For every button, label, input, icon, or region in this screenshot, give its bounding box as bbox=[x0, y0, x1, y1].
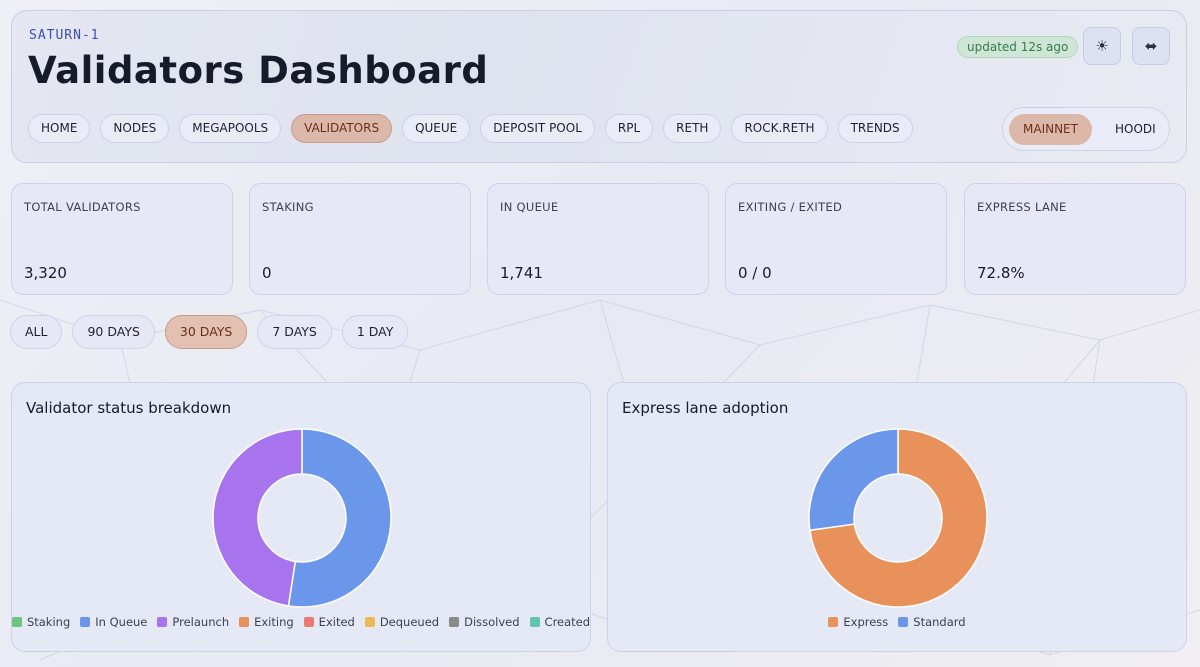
layout-toggle-button[interactable]: ⬌ bbox=[1132, 27, 1170, 65]
stat-label: EXITING / EXITED bbox=[738, 200, 843, 214]
legend-item-prelaunch[interactable]: Prelaunch bbox=[157, 615, 229, 629]
network-option-hoodi[interactable]: HOODI bbox=[1101, 114, 1170, 145]
range-1-day[interactable]: 1 DAY bbox=[341, 315, 409, 349]
stat-value: 0 bbox=[262, 264, 272, 282]
legend-label: Dissolved bbox=[464, 615, 520, 629]
stat-value: 72.8% bbox=[977, 264, 1025, 282]
legend-swatch bbox=[364, 617, 375, 627]
validator-status-donut bbox=[212, 428, 392, 608]
stat-label: STAKING bbox=[262, 200, 314, 214]
nav-rock-reth[interactable]: ROCK.RETH bbox=[731, 114, 828, 143]
brand-label: SATURN-1 bbox=[29, 28, 100, 43]
nav-validators[interactable]: VALIDATORS bbox=[291, 114, 393, 143]
legend-item-dissolved[interactable]: Dissolved bbox=[449, 615, 520, 629]
network-switch: MAINNET HOODI bbox=[1002, 107, 1170, 151]
legend-label: Standard bbox=[913, 615, 966, 629]
stat-value: 0 / 0 bbox=[738, 264, 772, 282]
legend-item-exited[interactable]: Exited bbox=[303, 615, 355, 629]
stat-label: EXPRESS LANE bbox=[977, 200, 1067, 214]
legend-item-standard[interactable]: Standard bbox=[898, 615, 966, 629]
legend-item-dequeued[interactable]: Dequeued bbox=[364, 615, 440, 629]
legend-swatch bbox=[303, 617, 314, 627]
time-range-filter: ALL 90 DAYS 30 DAYS 7 DAYS 1 DAY bbox=[10, 315, 409, 349]
stat-value: 3,320 bbox=[24, 264, 67, 282]
range-all[interactable]: ALL bbox=[10, 315, 63, 349]
stat-card-exiting-exited: EXITING / EXITED 0 / 0 bbox=[725, 183, 947, 295]
nav-deposit-pool[interactable]: DEPOSIT POOL bbox=[480, 114, 595, 143]
legend-swatch bbox=[11, 617, 22, 627]
nav-trends[interactable]: TRENDS bbox=[837, 114, 913, 143]
nav-nodes[interactable]: NODES bbox=[100, 114, 170, 143]
range-7-days[interactable]: 7 DAYS bbox=[257, 315, 332, 349]
legend-label: Exiting bbox=[254, 615, 294, 629]
stat-card-total-validators: TOTAL VALIDATORS 3,320 bbox=[11, 183, 233, 295]
nav-home[interactable]: HOME bbox=[28, 114, 91, 143]
theme-toggle-button[interactable]: ☀ bbox=[1083, 27, 1121, 65]
nav-reth[interactable]: RETH bbox=[663, 114, 722, 143]
range-30-days[interactable]: 30 DAYS bbox=[164, 315, 248, 349]
nav-queue[interactable]: QUEUE bbox=[402, 114, 471, 143]
legend-swatch bbox=[239, 617, 250, 627]
stat-card-staking: STAKING 0 bbox=[249, 183, 471, 295]
legend-swatch bbox=[80, 617, 91, 627]
legend-item-exiting[interactable]: Exiting bbox=[239, 615, 294, 629]
express-lane-panel: Express lane adoption Express Standard bbox=[607, 382, 1187, 652]
legend-label: Prelaunch bbox=[172, 615, 230, 629]
legend-item-express[interactable]: Express bbox=[828, 615, 888, 629]
updated-badge: updated 12s ago bbox=[957, 36, 1079, 58]
legend-label: Express bbox=[843, 615, 889, 629]
stat-label: TOTAL VALIDATORS bbox=[24, 200, 141, 214]
stat-card-express-lane: EXPRESS LANE 72.8% bbox=[964, 183, 1186, 295]
legend-swatch bbox=[529, 617, 540, 627]
sun-icon: ☀ bbox=[1095, 37, 1109, 55]
header: SATURN-1 Validators Dashboard updated 12… bbox=[11, 10, 1187, 163]
nav-megapools[interactable]: MEGAPOOLS bbox=[179, 114, 282, 143]
legend-item-in-queue[interactable]: In Queue bbox=[80, 615, 147, 629]
legend-label: Staking bbox=[26, 615, 71, 629]
range-90-days[interactable]: 90 DAYS bbox=[72, 315, 155, 349]
page-title: Validators Dashboard bbox=[28, 49, 489, 92]
legend-swatch bbox=[449, 617, 460, 627]
slice-standard[interactable] bbox=[808, 428, 899, 532]
legend-swatch bbox=[828, 617, 839, 627]
legend-item-staking[interactable]: Staking bbox=[11, 615, 71, 629]
stat-value: 1,741 bbox=[500, 264, 543, 282]
legend-swatch bbox=[898, 617, 909, 627]
chart-legend: Express Standard bbox=[608, 615, 1186, 629]
legend-label: Dequeued bbox=[379, 615, 440, 629]
stat-card-in-queue: IN QUEUE 1,741 bbox=[487, 183, 709, 295]
legend-label: Exited bbox=[318, 615, 355, 629]
legend-item-created[interactable]: Created bbox=[529, 615, 591, 629]
arrows-horizontal-icon: ⬌ bbox=[1144, 37, 1158, 55]
validator-status-panel: Validator status breakdown Staking In Que… bbox=[11, 382, 591, 652]
main-nav: HOME NODES MEGAPOOLS VALIDATORS QUEUE DE… bbox=[28, 114, 913, 143]
chart-legend: Staking In Queue Prelaunch Exiting Exited Deq… bbox=[11, 615, 591, 629]
express-lane-donut bbox=[808, 428, 988, 608]
nav-rpl[interactable]: RPL bbox=[604, 114, 654, 143]
legend-swatch bbox=[157, 617, 168, 627]
stat-label: IN QUEUE bbox=[500, 200, 559, 214]
network-option-mainnet[interactable]: MAINNET bbox=[1009, 114, 1092, 145]
slice-prelaunch[interactable] bbox=[212, 428, 303, 607]
legend-label: Created bbox=[544, 615, 591, 629]
legend-label: In Queue bbox=[95, 615, 148, 629]
slice-in-queue[interactable] bbox=[287, 428, 392, 608]
